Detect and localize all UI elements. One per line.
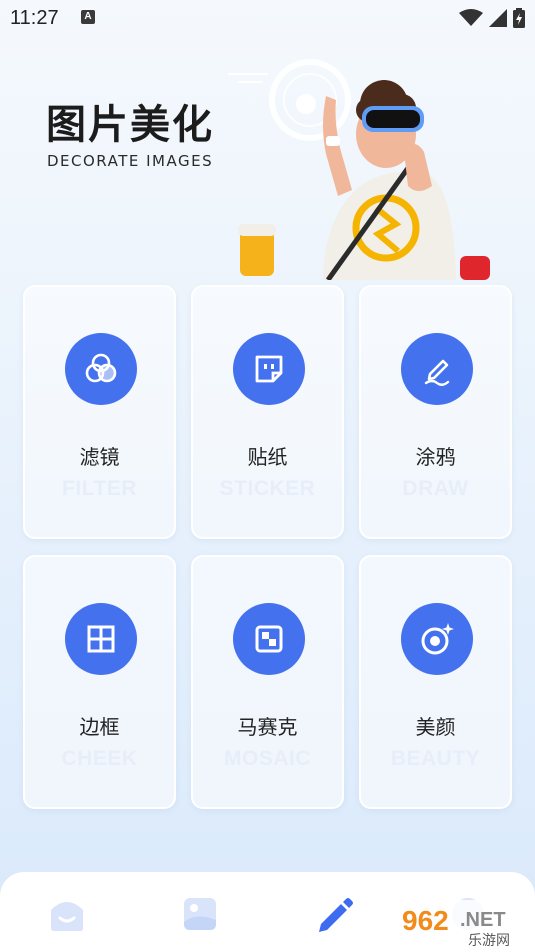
page-title: 图片美化 xyxy=(46,102,214,148)
beauty-icon-badge xyxy=(401,603,473,675)
tool-grid: 滤镜 FILTER 贴纸 STICKER 涂鸦 DRAW 边框 CHEEK 马赛… xyxy=(23,285,512,809)
nav-edit[interactable] xyxy=(315,894,355,934)
tool-card-beauty[interactable]: 美颜 BEAUTY xyxy=(359,555,512,809)
nav-images[interactable] xyxy=(180,894,220,934)
tool-label-en: DRAW xyxy=(402,477,469,500)
tool-label: 马赛克 xyxy=(237,715,298,739)
home-icon xyxy=(51,902,83,931)
tool-card-frame[interactable]: 边框 CHEEK xyxy=(23,555,176,809)
vr-character-illustration xyxy=(228,59,490,280)
tool-card-draw[interactable]: 涂鸦 DRAW xyxy=(359,285,512,539)
tool-card-mosaic[interactable]: 马赛克 MOSAIC xyxy=(191,555,344,809)
mosaic-icon-badge xyxy=(233,603,305,675)
tool-label-en: MOSAIC xyxy=(224,747,311,770)
tool-label: 贴纸 xyxy=(247,445,288,469)
frame-icon-badge xyxy=(65,603,137,675)
tool-label-en: CHEEK xyxy=(61,747,138,770)
watermark-logo: 962 .NET 乐游网 xyxy=(398,900,530,948)
tool-card-sticker[interactable]: 贴纸 STICKER xyxy=(191,285,344,539)
watermark-cn: 乐游网 xyxy=(468,933,510,948)
wifi-icon xyxy=(459,9,483,26)
draw-icon xyxy=(424,359,450,386)
status-icons xyxy=(459,8,525,28)
page-subtitle: DECORATE IMAGES xyxy=(47,152,214,170)
status-time: 11:27 xyxy=(10,7,59,29)
tool-label-en: BEAUTY xyxy=(390,747,481,770)
tool-label: 边框 xyxy=(79,715,120,739)
tool-label: 滤镜 xyxy=(79,445,120,469)
sticker-icon xyxy=(255,355,283,383)
beauty-icon xyxy=(421,623,454,655)
tool-card-filter[interactable]: 滤镜 FILTER xyxy=(23,285,176,539)
watermark-num: 962 xyxy=(402,905,449,936)
image-icon xyxy=(184,898,216,930)
frame-icon xyxy=(87,625,115,653)
edit-icon xyxy=(319,898,353,932)
sticker-icon-badge xyxy=(233,333,305,405)
tool-label: 美颜 xyxy=(415,715,456,739)
tool-label: 涂鸦 xyxy=(415,445,456,469)
mosaic-icon xyxy=(255,625,283,653)
filter-icon-badge xyxy=(65,333,137,405)
notification-icon: A xyxy=(81,10,95,24)
signal-icon xyxy=(489,9,507,27)
watermark-net: .NET xyxy=(460,909,506,931)
svg-text:乐游网: 乐游网 xyxy=(468,933,510,948)
svg-text:.NET: .NET xyxy=(460,909,506,931)
battery-icon xyxy=(513,8,525,28)
tool-label-en: FILTER xyxy=(62,477,137,500)
filter-icon xyxy=(85,353,117,383)
nav-home[interactable] xyxy=(47,894,87,934)
status-bar: 11:27 A xyxy=(0,0,535,36)
svg-text:962: 962 xyxy=(402,905,449,936)
tool-label-en: STICKER xyxy=(219,477,316,500)
draw-icon-badge xyxy=(401,333,473,405)
